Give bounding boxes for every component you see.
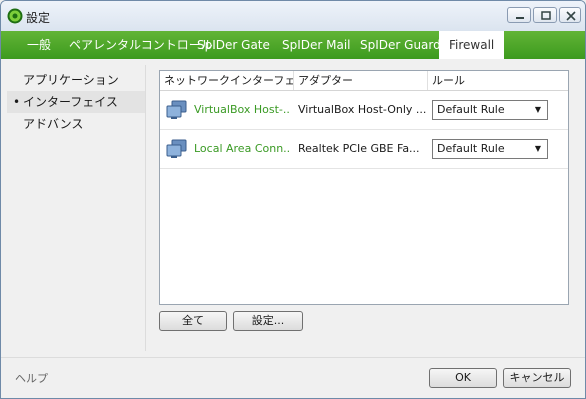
adapter-name: VirtualBox Host-Only ... <box>298 103 426 116</box>
rule-select-value: Default Rule <box>437 142 505 155</box>
all-button[interactable]: 全て <box>159 311 227 331</box>
selected-bullet: • <box>13 95 21 109</box>
interfaces-table: ネットワークインターフェ... アダプター ルール VirtualBox Hos… <box>159 70 569 305</box>
sidebar-item-label: インターフェイス <box>23 95 118 109</box>
network-monitor-icon <box>166 100 187 119</box>
column-header-adapter[interactable]: アダプター <box>294 71 428 90</box>
shield-icon <box>7 8 23 24</box>
interface-name: Local Area Conn... <box>194 142 290 155</box>
close-icon <box>566 11 576 21</box>
sidebar-item-interfaces[interactable]: • インターフェイス <box>7 91 145 113</box>
settings-window: 設定 一般 ペアレンタルコントロール SpIDer Gate SpIDer Ma… <box>0 0 586 399</box>
network-monitor-icon <box>166 139 187 158</box>
table-header: ネットワークインターフェ... アダプター ルール <box>160 71 568 91</box>
sidebar-item-advanced[interactable]: アドバンス <box>7 113 145 135</box>
sidebar: アプリケーション • インターフェイス アドバンス <box>7 65 145 345</box>
rule-select[interactable]: Default Rule ▼ <box>432 100 548 120</box>
minimize-icon <box>516 17 524 19</box>
cancel-button[interactable]: キャンセル <box>503 368 571 388</box>
tab-spider-guard[interactable]: SpIDer Guard <box>350 31 451 59</box>
column-header-rule[interactable]: ルール <box>428 71 568 90</box>
chevron-down-icon: ▼ <box>534 144 541 153</box>
chevron-down-icon: ▼ <box>534 105 541 114</box>
minimize-button[interactable] <box>507 7 531 23</box>
column-header-interface[interactable]: ネットワークインターフェ... <box>160 71 294 90</box>
tab-firewall[interactable]: Firewall <box>439 31 505 59</box>
maximize-button[interactable] <box>533 7 557 23</box>
table-row[interactable]: VirtualBox Host-... VirtualBox Host-Only… <box>160 91 568 130</box>
tab-bar: 一般 ペアレンタルコントロール SpIDer Gate SpIDer Mail … <box>1 31 585 59</box>
maximize-icon <box>541 11 551 20</box>
tab-spider-mail[interactable]: SpIDer Mail <box>272 31 361 59</box>
interface-name: VirtualBox Host-... <box>194 103 290 116</box>
window-title: 設定 <box>26 11 51 25</box>
close-button[interactable] <box>559 7 581 23</box>
rule-select[interactable]: Default Rule ▼ <box>432 139 548 159</box>
settings-button[interactable]: 設定... <box>233 311 303 331</box>
tab-general[interactable]: 一般 <box>17 31 61 59</box>
ok-button[interactable]: OK <box>429 368 497 388</box>
footer: ヘルプ OK キャンセル <box>1 358 585 398</box>
table-row[interactable]: Local Area Conn... Realtek PCIe GBE Fa..… <box>160 130 568 169</box>
rule-select-value: Default Rule <box>437 103 505 116</box>
sidebar-item-label: アドバンス <box>23 117 84 131</box>
tab-spider-gate[interactable]: SpIDer Gate <box>187 31 280 59</box>
sidebar-item-label: アプリケーション <box>23 73 119 87</box>
help-link[interactable]: ヘルプ <box>15 370 48 386</box>
sidebar-item-applications[interactable]: アプリケーション <box>7 69 145 91</box>
sidebar-divider <box>145 65 146 351</box>
adapter-name: Realtek PCIe GBE Fa... <box>298 142 420 155</box>
title-bar: 設定 <box>1 1 585 32</box>
